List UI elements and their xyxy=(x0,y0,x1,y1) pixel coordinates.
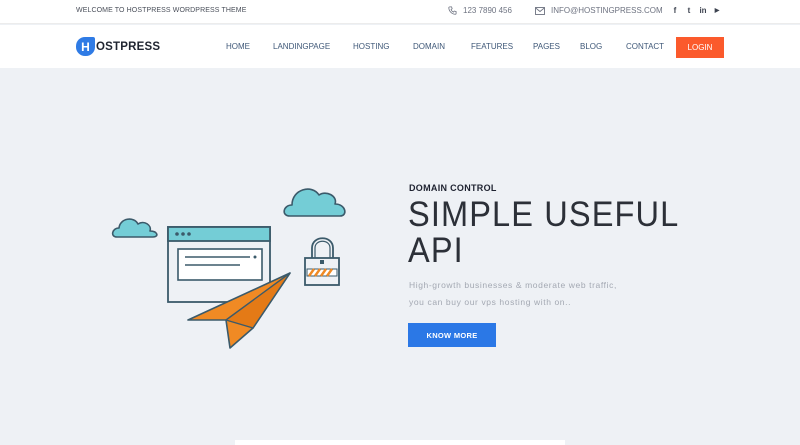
phone-icon xyxy=(448,6,457,15)
hero-headline: SIMPLE USEFUL API xyxy=(408,197,679,269)
twitter-icon[interactable]: t xyxy=(685,6,693,16)
know-more-button[interactable]: KNOW MORE xyxy=(408,323,496,347)
email-address: INFO@HOSTINGPRESS.COM xyxy=(551,6,663,15)
facebook-icon[interactable]: f xyxy=(671,6,679,16)
logo-text: OSTPRESS xyxy=(96,40,161,53)
subtext-line-2: you can buy our vps hosting with on.. xyxy=(409,297,572,307)
social-links: f t in ▶ xyxy=(671,6,721,16)
hero-subtext: High-growth businesses & moderate web tr… xyxy=(409,277,617,311)
nav-item-domain[interactable]: DOMAIN xyxy=(413,42,445,51)
top-bar: WELCOME TO HOSTPRESS WORDPRESS THEME 123… xyxy=(0,0,800,24)
headline-line-1: SIMPLE USEFUL xyxy=(408,195,680,234)
subtext-line-1: High-growth businesses & moderate web tr… xyxy=(409,280,617,290)
cloud-icon xyxy=(111,218,158,238)
nav-item-contact[interactable]: CONTACT xyxy=(626,42,664,51)
linkedin-icon[interactable]: in xyxy=(699,6,707,16)
mail-icon xyxy=(535,6,545,15)
next-section-edge xyxy=(235,440,565,445)
nav-item-features[interactable]: FEATURES xyxy=(471,42,513,51)
youtube-icon[interactable]: ▶ xyxy=(713,6,721,16)
nav-item-blog[interactable]: BLOG xyxy=(580,42,602,51)
main-navbar: H OSTPRESS HOME LANDINGPAGE HOSTING DOMA… xyxy=(0,25,800,68)
phone-number: 123 7890 456 xyxy=(463,6,512,15)
welcome-text: WELCOME TO HOSTPRESS WORDPRESS THEME xyxy=(76,7,247,14)
logo-badge: H xyxy=(76,37,95,56)
phone-contact[interactable]: 123 7890 456 xyxy=(448,6,512,15)
email-contact[interactable]: INFO@HOSTINGPRESS.COM xyxy=(535,6,663,15)
cloud-icon xyxy=(283,188,346,217)
nav-item-pages[interactable]: PAGES xyxy=(533,42,560,51)
nav-item-landingpage[interactable]: LANDINGPAGE xyxy=(273,42,330,51)
lock-icon xyxy=(304,237,340,286)
brand-logo[interactable]: H OSTPRESS xyxy=(76,37,160,56)
hero-eyebrow: DOMAIN CONTROL xyxy=(409,183,497,193)
nav-item-home[interactable]: HOME xyxy=(226,42,250,51)
hero-illustration xyxy=(111,188,346,349)
headline-line-2: API xyxy=(408,231,464,270)
login-button[interactable]: LOGIN xyxy=(676,37,724,58)
nav-item-hosting[interactable]: HOSTING xyxy=(353,42,389,51)
